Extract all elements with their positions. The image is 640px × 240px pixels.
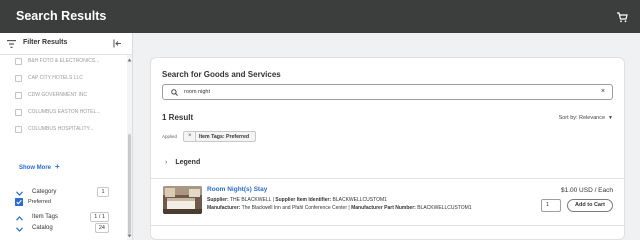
facet-label: Catalog — [32, 225, 53, 231]
checked-checkbox-icon[interactable] — [15, 198, 23, 206]
checkbox[interactable] — [15, 126, 22, 133]
product-manufacturer-line: Manufacturer: The Blackwell Inn and Pfah… — [207, 205, 472, 211]
supplier-label: Supplier: — [207, 197, 229, 203]
supplier-filter-option[interactable]: CDW GOVERNMENT INC — [15, 92, 123, 102]
search-heading: Search for Goods and Services — [162, 70, 281, 79]
search-card: Search for Goods and Services room night… — [150, 57, 625, 240]
search-icon — [171, 89, 178, 96]
applied-label: Applied — [162, 134, 178, 139]
separator: | — [272, 197, 274, 203]
facet-label: Category — [32, 189, 57, 195]
supplier-option-label: B&H FOTO & ELECTRONICS... — [28, 58, 100, 64]
supplier-id-value: BLACKWELLCUSTOM1 — [332, 197, 387, 203]
show-more-link[interactable]: Show More + — [19, 162, 60, 171]
chevron-down-icon — [16, 191, 23, 196]
caret-down-icon: ▼ — [608, 115, 613, 121]
clear-search-icon[interactable]: × — [601, 88, 605, 95]
chevron-down-icon — [16, 227, 23, 232]
collapse-sidebar-icon[interactable] — [113, 39, 122, 48]
results-count: 1 Result — [162, 113, 194, 122]
search-input[interactable]: room night × — [162, 84, 613, 100]
supplier-filter-option[interactable]: CAP CITY HOTELS LLC — [15, 75, 123, 85]
add-to-cart-button[interactable]: Add to Cart — [567, 199, 613, 212]
supplier-value: THE BLACKWELL — [229, 197, 272, 203]
search-value: room night — [184, 89, 210, 95]
supplier-filter-option[interactable]: COLUMBUS EASTON HOTEL... — [15, 109, 123, 119]
plus-icon: + — [55, 162, 60, 171]
product-price: $1.00 USD / Each — [560, 187, 613, 194]
preferred-filter-option[interactable]: Preferred — [15, 198, 115, 208]
chip-divider — [195, 132, 196, 141]
facet-label: Item Tags — [32, 214, 58, 220]
divider — [151, 178, 624, 179]
filter-sidebar: Filter Results B&H FOTO & ELECTRONICS...… — [0, 33, 133, 240]
show-more-label: Show More — [19, 165, 52, 171]
facet-count-badge: 1 / 1 — [90, 212, 109, 222]
chevron-right-icon: › — [165, 159, 168, 166]
filter-list: B&H FOTO & ELECTRONICS... CAP CITY HOTEL… — [0, 55, 126, 240]
chevron-up-icon — [16, 216, 23, 221]
top-bar: Search Results — [0, 0, 640, 33]
legend-toggle[interactable]: › Legend — [165, 159, 200, 166]
legend-label: Legend — [175, 159, 201, 166]
quantity-input[interactable]: 1 — [541, 199, 561, 212]
supplier-filter-option[interactable]: COLUMBUS HOSPITALITY... — [15, 126, 123, 136]
scroll-up-icon[interactable] — [127, 58, 132, 62]
supplier-option-label: CDW GOVERNMENT INC — [28, 92, 88, 98]
facet-count-badge: 1 — [97, 187, 109, 197]
scroll-down-icon[interactable] — [127, 234, 132, 238]
shopping-cart-icon[interactable] — [616, 11, 628, 23]
checkbox[interactable] — [15, 75, 22, 82]
sort-dropdown[interactable]: Sort by: Relevance ▼ — [559, 115, 613, 121]
filter-icon — [7, 40, 16, 48]
page-title: Search Results — [16, 9, 107, 23]
sidebar-scrollbar[interactable] — [127, 55, 132, 240]
product-supplier-line: Supplier: THE BLACKWELL | Supplier Item … — [207, 197, 387, 203]
scrollbar-thumb[interactable] — [128, 134, 131, 234]
filter-title: Filter Results — [23, 39, 68, 46]
supplier-filter-option[interactable]: B&H FOTO & ELECTRONICS... — [15, 58, 123, 68]
facet-count-badge: 24 — [94, 223, 109, 233]
product-name-link[interactable]: Room Night(s) Stay — [207, 186, 267, 193]
preferred-label: Preferred — [28, 199, 51, 205]
supplier-option-label: COLUMBUS HOSPITALITY... — [28, 126, 94, 132]
part-number-value: BLACKWELLCUSTOM1 — [417, 205, 472, 211]
supplier-option-label: COLUMBUS EASTON HOTEL... — [28, 109, 101, 115]
divider — [151, 225, 624, 226]
facet-catalog[interactable]: Catalog 24 — [16, 223, 120, 237]
applied-filter-chip: × Item Tags: Preferred — [183, 131, 256, 142]
supplier-option-label: CAP CITY HOTELS LLC — [28, 75, 83, 81]
manufacturer-value: The Blackwell Inn and Pfahl Conference C… — [241, 205, 347, 211]
checkbox[interactable] — [15, 109, 22, 116]
chip-label: Item Tags: Preferred — [199, 134, 250, 140]
product-image[interactable] — [163, 186, 202, 214]
checkbox[interactable] — [15, 92, 22, 99]
part-number-label: Manufacturer Part Number: — [351, 205, 416, 211]
sort-label: Sort by: Relevance — [558, 115, 606, 121]
filter-header: Filter Results — [0, 33, 133, 55]
remove-filter-icon[interactable]: × — [188, 133, 192, 139]
checkbox[interactable] — [15, 58, 22, 65]
separator: | — [348, 205, 350, 211]
manufacturer-label: Manufacturer: — [207, 205, 241, 211]
supplier-id-label: Supplier Item Identifier: — [275, 197, 332, 203]
